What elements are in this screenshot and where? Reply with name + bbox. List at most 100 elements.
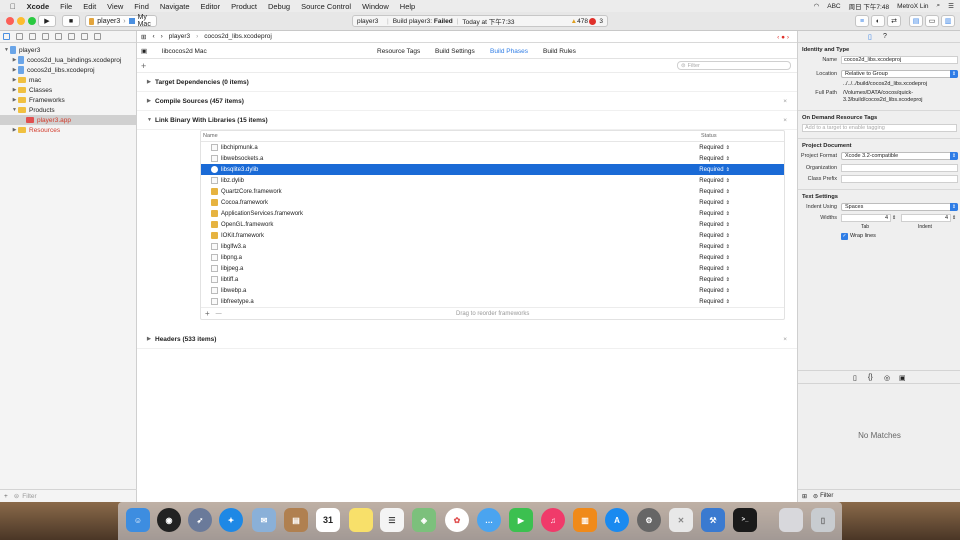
library-row[interactable]: libwebp.a Required ⇕ [201,285,784,296]
status-popup[interactable]: Required ⇕ [699,200,784,206]
test-navigator-icon[interactable] [55,33,62,40]
issue-navigator-icon[interactable] [42,33,49,40]
library-row[interactable]: ApplicationServices.framework Required ⇕ [201,208,784,219]
remove-library-button[interactable]: — [216,311,222,317]
notification-icon[interactable]: ☰ [948,2,954,10]
library-row[interactable]: QuartzCore.framework Required ⇕ [201,186,784,197]
tab-build-settings[interactable]: Build Settings [435,48,475,55]
related-items-icon[interactable]: ⊞ [141,33,146,41]
breakpoint-navigator-icon[interactable] [81,33,88,40]
app-store-icon[interactable]: A [605,508,629,532]
terminal-icon[interactable]: >_ [733,508,757,532]
trash-icon[interactable]: ▯ [811,508,835,532]
siri-icon[interactable]: ◉ [157,508,181,532]
status-popup[interactable]: Required ⇕ [699,156,784,162]
xcode-icon[interactable]: ⚒ [701,508,725,532]
mail-icon[interactable]: ✉ [252,508,276,532]
error-icon[interactable] [589,17,596,25]
indent-width-field[interactable]: 4 [901,214,951,222]
debug-navigator-icon[interactable] [68,33,75,40]
tab-build-rules[interactable]: Build Rules [543,48,576,55]
tab-build-phases[interactable]: Build Phases [490,48,528,55]
music-icon[interactable]: ♫ [541,508,565,532]
library-row[interactable]: Cocoa.framework Required ⇕ [201,197,784,208]
standard-editor-button[interactable]: ≡ [855,15,869,27]
safari-icon[interactable]: ✦ [219,508,243,532]
phase-headers[interactable]: ▶ Headers (533 items) × [137,330,797,349]
messages-icon[interactable]: … [477,508,501,532]
disclosure-right-icon[interactable]: ▶ [11,97,18,103]
status-popup[interactable]: Required ⇕ [699,266,784,272]
status-popup[interactable]: Required ⇕ [699,255,784,261]
facetime-icon[interactable]: ▶ [509,508,533,532]
status-popup[interactable]: Required ⇕ [699,288,784,294]
jump-project[interactable]: player3 [169,33,190,40]
xcode-helper-icon[interactable]: ✕ [669,508,693,532]
disclosure-right-icon[interactable]: ▶ [11,127,18,133]
notes-icon[interactable] [349,508,373,532]
status-popup[interactable]: Required ⇕ [699,244,784,250]
menu-navigate[interactable]: Navigate [160,2,190,11]
disclosure-right-icon[interactable]: ▶ [147,79,155,85]
delete-phase-icon[interactable]: × [783,336,787,343]
disclosure-down-icon[interactable]: ▼ [11,107,18,113]
library-row[interactable]: libz.dylib Required ⇕ [201,175,784,186]
menu-find[interactable]: Find [134,2,149,11]
menu-window[interactable]: Window [362,2,389,11]
add-library-button[interactable]: + [205,309,210,318]
status-popup[interactable]: Required ⇕ [699,167,784,173]
disclosure-down-icon[interactable]: ▼ [147,117,155,123]
navigator-toggle-button[interactable]: ▤ [909,15,923,27]
menu-product[interactable]: Product [231,2,257,11]
library-row[interactable]: libtiff.a Required ⇕ [201,274,784,285]
status-popup[interactable]: Required ⇕ [699,299,784,305]
tree-item[interactable]: ▶ Frameworks [0,95,136,105]
organization-field[interactable] [841,164,958,172]
media-library-icon[interactable]: ▣ [899,374,906,382]
menu-view[interactable]: View [107,2,123,11]
books-icon[interactable]: ▥ [573,508,597,532]
indent-using-popup[interactable]: Spaces ⇕ [841,203,958,211]
menu-xcode[interactable]: Xcode [27,2,50,11]
status-popup[interactable]: Required ⇕ [699,277,784,283]
tab-resource-tags[interactable]: Resource Tags [377,48,420,55]
phase-target-dependencies[interactable]: ▶ Target Dependencies (0 items) [137,73,797,92]
indent-stepper[interactable]: ⇕ [952,215,956,221]
quick-help-icon[interactable]: ? [883,33,887,40]
file-inspector-icon[interactable]: ▯ [868,33,872,41]
disclosure-right-icon[interactable]: ▶ [11,87,18,93]
contacts-icon[interactable]: ▤ [284,508,308,532]
clock[interactable]: 周日 下午7:48 [849,1,889,11]
menu-source-control[interactable]: Source Control [301,2,351,11]
disclosure-right-icon[interactable]: ▶ [11,67,18,73]
library-row[interactable]: libpng.a Required ⇕ [201,252,784,263]
zoom-window-button[interactable] [28,17,36,25]
library-row[interactable]: libwebsockets.a Required ⇕ [201,153,784,164]
grid-view-icon[interactable]: ⊞ [802,493,807,500]
library-row[interactable]: IOKit.framework Required ⇕ [201,230,784,241]
library-row[interactable]: libjpeg.a Required ⇕ [201,263,784,274]
status-popup[interactable]: Required ⇕ [699,233,784,239]
library-row[interactable]: libglfw3.a Required ⇕ [201,241,784,252]
photos-icon[interactable]: ✿ [445,508,469,532]
symbol-navigator-icon[interactable] [16,33,23,40]
report-navigator-icon[interactable] [94,33,101,40]
library-row[interactable]: libsqlite3.dylib Required ⇕ [201,164,784,175]
search-icon[interactable]: ⌕ [937,2,941,10]
delete-phase-icon[interactable]: × [783,117,787,124]
user-menu[interactable]: MetroX Lin [897,3,928,10]
maps-icon[interactable]: ◈ [412,508,436,532]
object-library-icon[interactable]: ◎ [884,374,890,382]
input-source[interactable]: ABC [827,3,840,10]
library-filter-input[interactable]: Filter [820,493,833,499]
tab-stepper[interactable]: ⇕ [892,215,896,221]
project-format-popup[interactable]: Xcode 3.2-compatible ⇕ [841,152,958,160]
launchpad-icon[interactable]: ➶ [188,508,212,532]
utilities-toggle-button[interactable]: ▥ [941,15,955,27]
close-window-button[interactable] [6,17,14,25]
activity-viewer[interactable]: player3 | Build player3: Failed | Today … [352,15,608,27]
error-count[interactable]: 3 [599,18,603,25]
library-row[interactable]: OpenGL.framework Required ⇕ [201,219,784,230]
scheme-selector[interactable]: player3 › My Mac [85,14,157,28]
finder-icon[interactable]: ☺ [126,508,150,532]
